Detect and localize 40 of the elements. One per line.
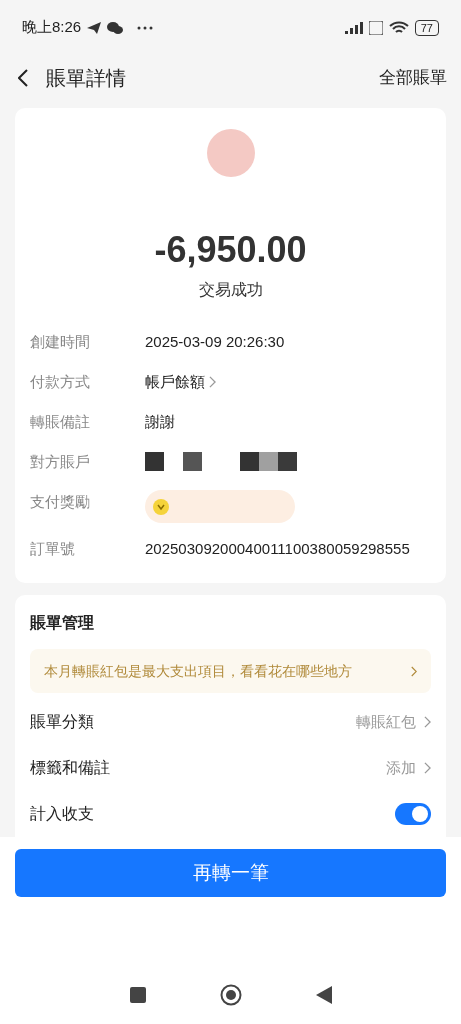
wifi-icon: [388, 20, 409, 35]
row-value-link[interactable]: 添加: [386, 756, 431, 780]
recents-icon[interactable]: [129, 987, 146, 1003]
chevron-right-icon: [424, 762, 431, 774]
spending-tip-banner[interactable]: 本月轉賬紅包是最大支出項目，看看花在哪些地方: [30, 649, 431, 693]
more-icon: [137, 25, 154, 30]
coin-icon: [153, 498, 169, 515]
row-label: 標籤和備註: [30, 758, 110, 778]
row-value-link[interactable]: 轉賬紅包: [356, 710, 431, 734]
back-icon: [18, 68, 28, 87]
row-label: 賬單分類: [30, 712, 94, 732]
all-bills-link[interactable]: 全部賬單: [379, 64, 447, 91]
detail-label: 支付獎勵: [30, 492, 91, 512]
amount: -6,950.00: [154, 228, 307, 272]
detail-label: 訂單號: [30, 539, 76, 559]
detail-value: 2025-03-09 20:26:30: [145, 332, 285, 352]
detail-label: 付款方式: [30, 372, 91, 392]
detail-label: 創建時間: [30, 332, 91, 352]
detail-value: 20250309200040011100380059298555: [145, 539, 410, 559]
chat-icon: [107, 20, 124, 35]
transaction-status: 交易成功: [198, 280, 263, 300]
back-nav-icon[interactable]: [315, 986, 332, 1004]
toggle-switch[interactable]: [395, 803, 431, 825]
chevron-right-icon: [424, 716, 431, 728]
transfer-again-button[interactable]: 再轉一筆: [15, 849, 446, 897]
detail-value: 謝謝: [145, 412, 175, 432]
chevron-right-icon: [209, 376, 216, 388]
chevron-right-icon: [411, 665, 417, 677]
page-title: 賬單詳情: [46, 65, 126, 91]
send-icon: [87, 21, 102, 34]
row-label: 計入收支: [30, 804, 94, 824]
detail-link[interactable]: 帳戶餘額: [145, 370, 216, 394]
section-title: 賬單管理: [30, 613, 95, 633]
avatar: [205, 128, 256, 178]
signal-icon: [344, 21, 363, 34]
detail-label: 對方賬戶: [30, 452, 91, 472]
home-icon[interactable]: [219, 984, 242, 1006]
detail-label: 轉賬備註: [30, 412, 91, 432]
status-time: 晚上8:26: [22, 17, 82, 38]
battery-indicator: 77: [414, 19, 439, 36]
